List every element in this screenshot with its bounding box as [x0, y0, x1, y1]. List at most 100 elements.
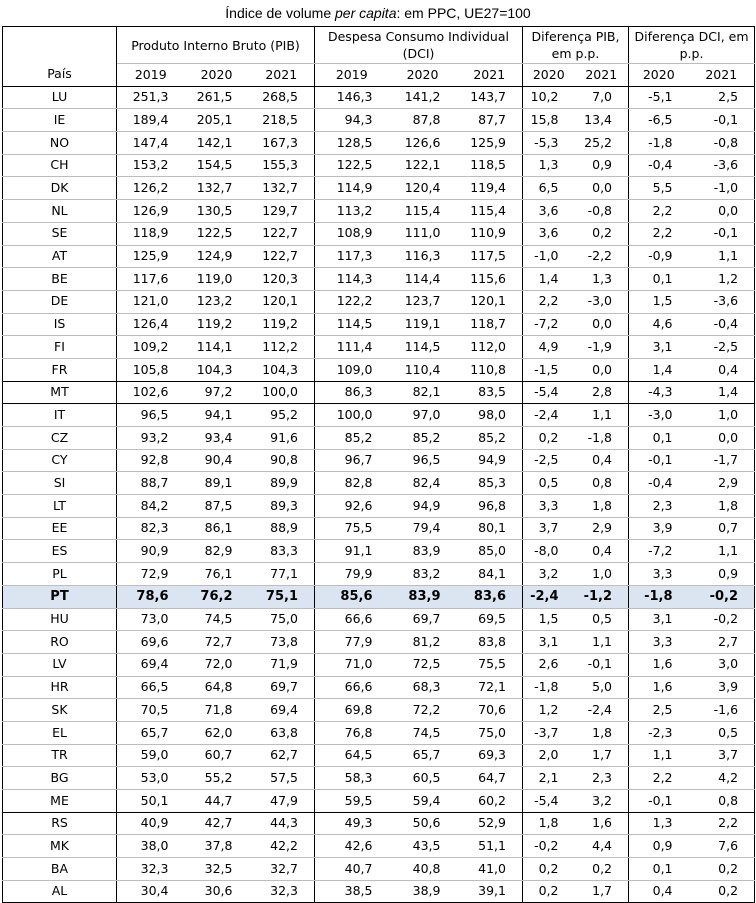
value-cell: -0,8 [688, 131, 756, 155]
value-cell: 121,0 [116, 290, 185, 314]
table-row: FI 109,2 114,1 112,2 111,4 114,5 112,0 4,9 -1,9 3… [2, 335, 756, 359]
value-cell: 49,3 [314, 812, 389, 836]
value-cell: 104,3 [248, 358, 315, 382]
value-cell: 110,8 [456, 358, 523, 382]
value-cell: -6,5 [628, 108, 689, 133]
value-cell: 114,5 [314, 313, 389, 337]
value-cell: 1,7 [574, 744, 630, 768]
header-year: 2021 [248, 63, 315, 87]
value-cell: 75,5 [456, 653, 523, 677]
value-cell: 0,1 [628, 267, 689, 291]
value-cell: -7,2 [628, 539, 689, 564]
value-cell: 118,7 [456, 313, 523, 337]
value-cell: 120,1 [248, 290, 315, 314]
value-cell: 126,2 [116, 176, 185, 201]
value-cell: -2,4 [522, 585, 575, 609]
value-cell: 72,0 [184, 653, 249, 677]
title-italic: per capita [335, 5, 397, 21]
value-cell: 1,4 [688, 381, 756, 405]
value-cell: -1,7 [688, 449, 756, 473]
value-cell: -0,2 [688, 608, 756, 632]
value-cell: 3,0 [688, 653, 756, 677]
value-cell: 123,2 [184, 290, 249, 314]
value-cell: 117,6 [116, 267, 185, 291]
value-cell: 122,7 [248, 245, 315, 269]
value-cell: 104,3 [184, 358, 249, 382]
value-cell: 97,2 [184, 381, 249, 405]
value-cell: -1,8 [574, 426, 630, 450]
value-cell: 66,6 [314, 608, 389, 632]
value-cell: -5,4 [522, 381, 575, 405]
table-row: CY 92,8 90,4 90,8 96,7 96,5 94,9 -2,5 0,4 -0,1 -1,… [2, 449, 756, 473]
table-row: PL 72,9 76,1 77,1 79,9 83,2 84,1 3,2 1,0 3,3 0,9 [2, 562, 756, 586]
value-cell: 96,5 [116, 403, 185, 427]
value-cell: 89,9 [248, 471, 315, 496]
country-cell: NO [2, 131, 117, 155]
value-cell: 72,1 [456, 676, 523, 700]
value-cell: 132,7 [184, 176, 249, 201]
value-cell: 1,8 [574, 494, 630, 518]
value-cell: 105,8 [116, 358, 185, 382]
value-cell: 84,2 [116, 494, 185, 518]
value-cell: 146,3 [314, 86, 389, 110]
value-cell: 66,5 [116, 676, 185, 700]
value-cell: 111,0 [388, 222, 457, 246]
value-cell: 118,5 [456, 154, 523, 178]
value-cell: 69,3 [456, 744, 523, 768]
value-cell: 7,6 [688, 834, 756, 859]
value-cell: 0,9 [688, 562, 756, 586]
value-cell: 120,1 [456, 290, 523, 314]
table-row: IT 96,5 94,1 95,2 100,0 97,0 98,0 -2,4 1,1 -3,0 1,… [2, 403, 756, 427]
country-cell: ES [2, 539, 117, 564]
value-cell: 120,3 [248, 267, 315, 291]
value-cell: 154,5 [184, 154, 249, 178]
value-cell: 119,2 [184, 313, 249, 337]
value-cell: 4,6 [628, 313, 689, 337]
value-cell: -0,1 [628, 789, 689, 813]
value-cell: 59,4 [388, 789, 457, 813]
value-cell: 94,3 [314, 108, 389, 133]
value-cell: 1,5 [522, 608, 575, 632]
value-cell: 0,0 [574, 313, 630, 337]
value-cell: 79,9 [314, 562, 389, 586]
table-row: PT 78,6 76,2 75,1 85,6 83,9 83,6 -2,4 -1,2 -1,8 -0… [2, 585, 756, 609]
value-cell: -3,0 [628, 403, 689, 427]
value-cell: 268,5 [248, 86, 315, 110]
value-cell: 261,5 [184, 86, 249, 110]
value-cell: 3,2 [522, 562, 575, 586]
country-cell: IS [2, 313, 117, 337]
value-cell: -2,5 [688, 335, 756, 359]
value-cell: 119,0 [184, 267, 249, 291]
value-cell: 0,0 [574, 176, 630, 201]
value-cell: 96,8 [456, 494, 523, 518]
value-cell: 30,4 [116, 880, 185, 903]
value-cell: 76,8 [314, 721, 389, 745]
country-cell: MT [2, 381, 117, 405]
value-cell: 1,1 [688, 245, 756, 269]
value-cell: 2,2 [628, 222, 689, 246]
country-cell: DE [2, 290, 117, 314]
country-cell: IT [2, 403, 117, 427]
country-cell: CY [2, 449, 117, 473]
table-row: BA 32,3 32,5 32,7 40,7 40,8 41,0 0,2 0,2 0,1 0,2 [2, 857, 756, 881]
value-cell: -0,2 [688, 585, 756, 609]
value-cell: 0,4 [688, 358, 756, 382]
value-cell: 71,9 [248, 653, 315, 677]
header-year: 2020 [184, 63, 249, 87]
country-cell: CZ [2, 426, 117, 450]
value-cell: 1,2 [688, 267, 756, 291]
country-cell: RS [2, 812, 117, 836]
value-cell: 0,2 [574, 857, 630, 881]
value-cell: 3,3 [628, 630, 689, 654]
value-cell: -1,0 [688, 176, 756, 201]
header-dci: Despesa Consumo Individual (DCI) [314, 26, 523, 64]
value-cell: 122,5 [184, 222, 249, 246]
value-cell: 1,3 [628, 812, 689, 836]
table-row: HR 66,5 64,8 69,7 66,6 68,3 72,1 -1,8 5,0 1,6 3,9 [2, 676, 756, 700]
value-cell: 0,5 [522, 471, 575, 496]
country-cell: MK [2, 834, 117, 859]
value-cell: 75,5 [314, 517, 389, 541]
value-cell: 69,6 [116, 630, 185, 654]
value-cell: 70,6 [456, 698, 523, 722]
table-row: ES 90,9 82,9 83,3 91,1 83,9 85,0 -8,0 0,4 -7,2 1,1 [2, 539, 756, 564]
